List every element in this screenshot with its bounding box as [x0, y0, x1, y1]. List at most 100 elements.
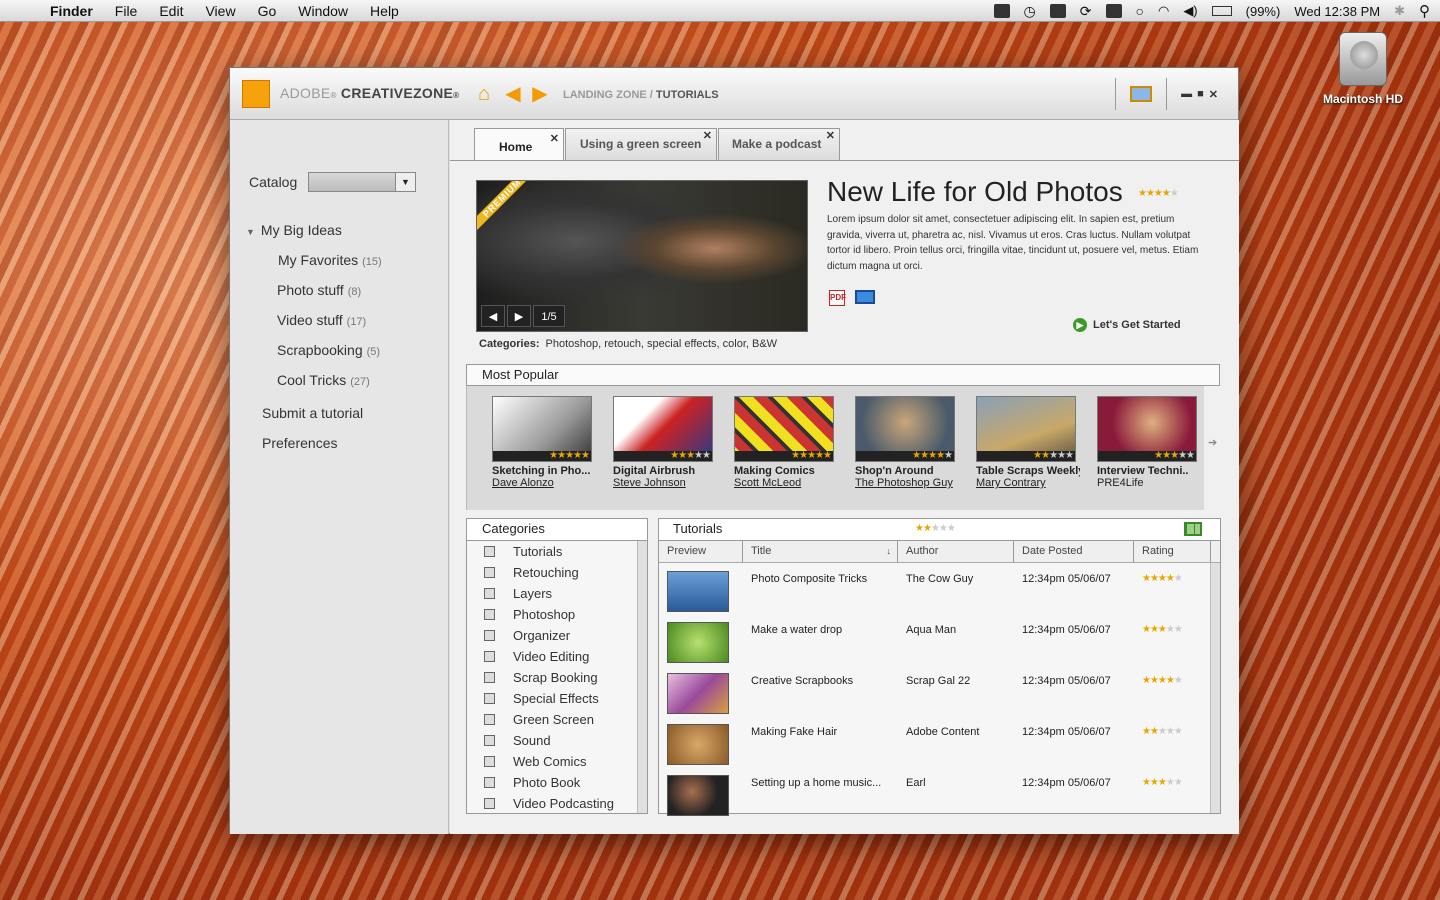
- preview-thumbnail[interactable]: [667, 622, 729, 663]
- row-title[interactable]: Making Fake Hair: [743, 716, 898, 767]
- checkbox[interactable]: [484, 756, 495, 767]
- preview-thumbnail[interactable]: [667, 775, 729, 816]
- row-title[interactable]: Make a water drop: [743, 614, 898, 665]
- categories-scrollbar[interactable]: [637, 541, 647, 813]
- checkbox[interactable]: [484, 798, 495, 809]
- desktop-hd[interactable]: Macintosh HD: [1318, 32, 1408, 106]
- speech-icon[interactable]: ○: [1136, 3, 1144, 19]
- tab-home[interactable]: Home ✕: [474, 128, 564, 160]
- table-row[interactable]: Making Fake Hair Adobe Content 12:34pm 0…: [659, 716, 1220, 767]
- category-item[interactable]: Green Screen: [467, 709, 647, 730]
- col-rating[interactable]: Rating: [1134, 541, 1211, 562]
- preview-thumbnail[interactable]: [667, 571, 729, 612]
- checkbox[interactable]: [484, 777, 495, 788]
- close-icon[interactable]: ✕: [703, 121, 712, 151]
- maximize-button[interactable]: ■: [1197, 88, 1204, 100]
- row-preview[interactable]: [659, 563, 743, 614]
- popular-title[interactable]: Shop'n Around: [855, 465, 959, 477]
- row-preview[interactable]: [659, 665, 743, 716]
- time-machine-icon[interactable]: ◷: [1024, 3, 1036, 20]
- category-item[interactable]: Special Effects: [467, 688, 647, 709]
- popular-item[interactable]: ★★★★★ Digital Airbrush Steve Johnson: [613, 396, 717, 489]
- scroll-right-icon[interactable]: ➔: [1208, 436, 1217, 449]
- spaces-icon[interactable]: [1049, 4, 1066, 18]
- popular-author[interactable]: Mary Contrary: [976, 477, 1080, 489]
- row-title[interactable]: Setting up a home music...: [743, 767, 898, 818]
- row-rating[interactable]: ★★★★★: [1134, 767, 1211, 818]
- row-title[interactable]: Creative Scrapbooks: [743, 665, 898, 716]
- featured-title[interactable]: New Life for Old Photos: [827, 176, 1123, 208]
- popular-item[interactable]: ★★★★★ Shop'n Around The Photoshop Guy: [855, 396, 959, 489]
- category-item[interactable]: Photo Book: [467, 772, 647, 793]
- tree-item[interactable]: Cool Tricks (27): [246, 365, 382, 395]
- get-started-button[interactable]: ▶ Let's Get Started: [1073, 318, 1181, 332]
- featured-image[interactable]: PREMIUM ◀ ▶ 1/5: [476, 180, 808, 332]
- popular-title[interactable]: Sketching in Pho...: [492, 465, 596, 477]
- preferences-link[interactable]: Preferences: [246, 428, 382, 458]
- crumb-parent[interactable]: LANDING ZONE /: [563, 89, 653, 101]
- row-preview[interactable]: [659, 716, 743, 767]
- popular-thumbnail[interactable]: ★★★★★: [613, 396, 713, 462]
- row-rating[interactable]: ★★★★★: [1134, 716, 1211, 767]
- checkbox[interactable]: [484, 588, 495, 599]
- popular-author[interactable]: PRE4Life: [1097, 477, 1201, 489]
- table-row[interactable]: Setting up a home music... Earl 12:34pm …: [659, 767, 1220, 818]
- submit-tutorial-link[interactable]: Submit a tutorial: [246, 398, 382, 428]
- category-item[interactable]: Video Podcasting: [467, 793, 647, 814]
- sort-arrow-icon[interactable]: ↓: [887, 541, 892, 561]
- checkbox[interactable]: [484, 651, 495, 662]
- wifi-icon[interactable]: ◠: [1158, 3, 1169, 19]
- popular-author[interactable]: The Photoshop Guy: [855, 477, 959, 489]
- checkbox[interactable]: [484, 546, 495, 557]
- category-item[interactable]: Retouching: [467, 562, 647, 583]
- sync-icon[interactable]: ⟳: [1080, 3, 1092, 20]
- clock[interactable]: Wed 12:38 PM: [1294, 4, 1380, 19]
- category-item[interactable]: Layers: [467, 583, 647, 604]
- popular-title[interactable]: Digital Airbrush: [613, 465, 717, 477]
- row-rating[interactable]: ★★★★★: [1134, 563, 1211, 614]
- category-item[interactable]: Organizer: [467, 625, 647, 646]
- next-slide-button[interactable]: ▶: [507, 305, 531, 327]
- row-preview[interactable]: [659, 614, 743, 665]
- row-preview[interactable]: [659, 767, 743, 818]
- tree-item[interactable]: Photo stuff (8): [246, 275, 382, 305]
- fullscreen-icon[interactable]: [1130, 86, 1153, 102]
- col-preview[interactable]: Preview: [659, 541, 743, 562]
- col-title[interactable]: Title ↓: [743, 541, 898, 562]
- popular-thumbnail[interactable]: ★★★★★: [976, 396, 1076, 462]
- checkbox[interactable]: [484, 630, 495, 641]
- popular-title[interactable]: Making Comics: [734, 465, 838, 477]
- popular-title[interactable]: Table Scraps Weekly: [976, 465, 1080, 477]
- menu-file[interactable]: File: [115, 3, 138, 19]
- category-item[interactable]: Web Comics: [467, 751, 647, 772]
- spotlight-icon[interactable]: ⚲: [1419, 2, 1430, 20]
- table-row[interactable]: Photo Composite Tricks The Cow Guy 12:34…: [659, 563, 1220, 614]
- tree-item[interactable]: My Favorites (15): [246, 245, 382, 275]
- battery-icon[interactable]: [1211, 6, 1232, 16]
- col-author[interactable]: Author: [898, 541, 1014, 562]
- back-arrow-icon[interactable]: ◀: [501, 82, 525, 106]
- category-item[interactable]: Scrap Booking: [467, 667, 647, 688]
- volume-icon[interactable]: ◀): [1183, 3, 1197, 19]
- popular-author[interactable]: Dave Alonzo: [492, 477, 596, 489]
- popular-author[interactable]: Scott McLeod: [734, 477, 838, 489]
- row-rating[interactable]: ★★★★★: [1134, 665, 1211, 716]
- popular-item[interactable]: ★★★★★ Table Scraps Weekly Mary Contrary: [976, 396, 1080, 489]
- menu-edit[interactable]: Edit: [159, 3, 183, 19]
- preview-thumbnail[interactable]: [667, 673, 729, 714]
- menu-window[interactable]: Window: [298, 3, 348, 19]
- triangle-down-icon[interactable]: ▼: [246, 227, 255, 237]
- popular-item[interactable]: ★★★★★ Sketching in Pho... Dave Alonzo: [492, 396, 596, 489]
- col-date[interactable]: Date Posted: [1014, 541, 1134, 562]
- checkbox[interactable]: [484, 693, 495, 704]
- checkbox[interactable]: [484, 735, 495, 746]
- header-rating[interactable]: ★★★★★: [915, 519, 956, 539]
- checkbox[interactable]: [484, 714, 495, 725]
- tab-green-screen[interactable]: Using a green screen ✕: [565, 128, 717, 160]
- close-icon[interactable]: ✕: [826, 121, 835, 151]
- menu-view[interactable]: View: [205, 3, 235, 19]
- table-row[interactable]: Make a water drop Aqua Man 12:34pm 05/06…: [659, 614, 1220, 665]
- close-icon[interactable]: ✕: [550, 121, 559, 157]
- popular-title[interactable]: Interview Techni..: [1097, 465, 1201, 477]
- catalog-select[interactable]: ▼: [308, 172, 416, 192]
